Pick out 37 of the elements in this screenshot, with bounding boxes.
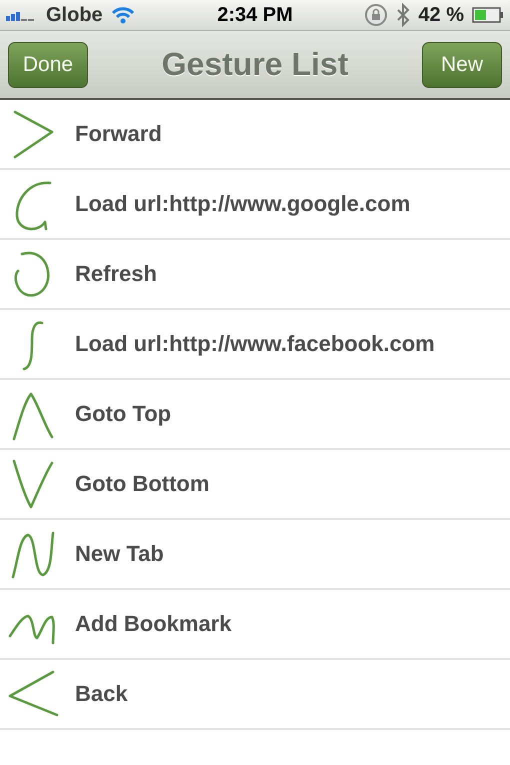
left-angle-stroke-icon [8, 670, 58, 716]
v-stroke-icon [12, 460, 54, 508]
gesture-row[interactable]: Load url:http://www.facebook.com [0, 310, 510, 380]
gesture-label: Refresh [75, 261, 157, 287]
clock-time: 2:34 PM [217, 4, 293, 26]
gesture-row[interactable]: New Tab [0, 520, 510, 590]
done-button[interactable]: Done [8, 42, 88, 88]
screen-title: Gesture List [162, 46, 348, 83]
gesture-row[interactable]: Load url:http://www.google.com [0, 170, 510, 240]
battery-icon [472, 7, 504, 23]
gesture-label: Load url:http://www.google.com [75, 191, 410, 217]
wifi-icon [110, 6, 135, 24]
gesture-row[interactable]: Back [0, 660, 510, 730]
letter-g-stroke-icon [16, 182, 52, 230]
integral-stroke-icon [22, 321, 44, 370]
carrier-name: Globe [46, 4, 103, 26]
gesture-label: Load url:http://www.facebook.com [75, 331, 435, 357]
right-angle-stroke-icon [14, 110, 54, 158]
gesture-row[interactable]: Refresh [0, 240, 510, 310]
circle-stroke-icon [14, 252, 50, 297]
battery-percentage: 42 % [418, 4, 464, 26]
gesture-row[interactable]: Forward [0, 100, 510, 170]
gesture-label: Add Bookmark [75, 611, 232, 637]
letter-n-stroke-icon [12, 532, 54, 578]
gesture-row[interactable]: Goto Top [0, 380, 510, 450]
gesture-row[interactable]: Add Bookmark [0, 590, 510, 660]
gesture-label: Goto Bottom [75, 471, 210, 497]
bluetooth-icon [396, 3, 410, 27]
gesture-label: Forward [75, 121, 162, 147]
gesture-row[interactable]: Goto Bottom [0, 450, 510, 520]
gesture-label: New Tab [75, 541, 164, 567]
gesture-label: Back [75, 681, 128, 707]
new-button[interactable]: New [422, 42, 502, 88]
caret-up-stroke-icon [12, 392, 54, 440]
rotation-lock-icon [364, 3, 388, 27]
letter-m-stroke-icon [8, 614, 55, 644]
gesture-label: Goto Top [75, 401, 172, 427]
